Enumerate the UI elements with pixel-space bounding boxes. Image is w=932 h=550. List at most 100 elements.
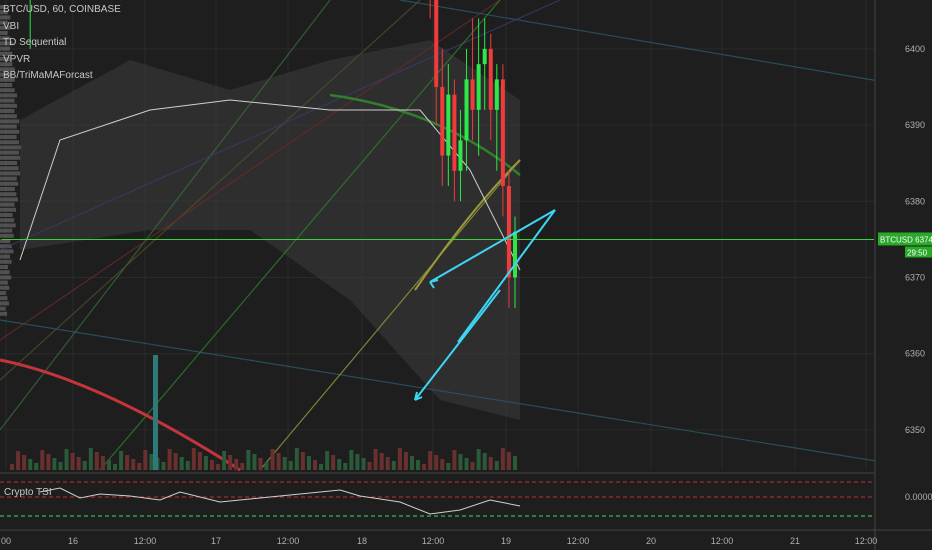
candle-body	[440, 87, 445, 156]
tsi-pane: Crypto TSI 0.0000	[0, 472, 932, 517]
candle-body	[494, 79, 499, 110]
volume-profile-bar	[0, 98, 15, 103]
indicator-vbi[interactable]: VBI	[3, 19, 121, 36]
tsi-line	[39, 487, 521, 515]
volume-profile-bar	[0, 280, 8, 285]
time-tick-label: 18	[357, 536, 367, 546]
indicator-legend: BTC/USD, 60, COINBASE VBI TD Sequential …	[3, 2, 121, 85]
volume-bar	[179, 457, 184, 470]
time-tick-label: 12:00	[855, 536, 878, 546]
volume-bar	[106, 460, 111, 470]
price-tick-label: 6400	[905, 44, 925, 54]
volume-bar	[173, 453, 178, 470]
volume-bar	[276, 453, 281, 470]
volume-profile-bar	[0, 140, 20, 145]
volume-profile-bar	[0, 223, 16, 228]
volume-bar	[300, 452, 305, 470]
symbol-label[interactable]: BTC/USD, 60, COINBASE	[3, 2, 121, 19]
volume-profile-bar	[0, 265, 9, 269]
volume-bar	[125, 455, 130, 470]
time-tick-label: 17	[211, 536, 221, 546]
candle-body	[446, 94, 451, 156]
volume-bar	[82, 461, 87, 470]
volume-bar	[379, 453, 384, 470]
time-tick-label: 19	[501, 536, 511, 546]
time-tick-label: 12:00	[422, 536, 445, 546]
volume-bar	[119, 451, 124, 470]
volume-bar	[464, 458, 469, 470]
volume-profile-bar	[0, 202, 15, 207]
volume-bar	[149, 454, 154, 470]
volume-profile-bar	[0, 192, 17, 197]
volume-bar	[416, 460, 421, 470]
volume-bar	[482, 453, 487, 470]
volume-profile-bar	[0, 124, 17, 129]
chart-window[interactable]: 0.236(6410.95)0(6437.66) 635063606370638…	[0, 0, 932, 550]
candle-body	[452, 94, 457, 171]
volume-profile-bar	[0, 155, 21, 160]
candle-body	[513, 231, 517, 278]
candle-body	[500, 79, 505, 187]
volume-bar	[500, 448, 505, 470]
candle-body	[482, 48, 487, 65]
volume-bar	[252, 454, 257, 470]
volume-bar	[22, 455, 27, 470]
volume-profile-bar	[0, 270, 10, 275]
volume-bar	[325, 451, 330, 470]
volume-bar	[409, 456, 414, 470]
volume-bar	[270, 449, 275, 470]
volume-profile-bar	[0, 166, 19, 171]
volume-bar	[458, 454, 463, 470]
volume-profile-bar	[0, 176, 17, 181]
volume-bar	[234, 459, 239, 470]
volume-bar	[64, 449, 69, 470]
volume-bar	[246, 450, 251, 470]
volume-bar	[10, 464, 14, 470]
price-tick-label: 6380	[905, 196, 925, 206]
volume-profile-bar	[0, 135, 17, 139]
volume-profile-bar	[0, 129, 20, 134]
volume-bar	[349, 450, 354, 470]
volume-bar	[494, 461, 499, 470]
volume-bar	[203, 456, 208, 470]
indicator-vpvr[interactable]: VPVR	[3, 52, 121, 69]
candle-body	[464, 79, 469, 141]
volume-profile-bar	[0, 88, 15, 93]
volume-profile-bar	[0, 311, 8, 316]
volume-spike-bar	[153, 355, 158, 470]
volume-bar	[282, 457, 287, 470]
volume-bar	[113, 464, 118, 470]
chart-canvas[interactable]: 0.236(6410.95)0(6437.66) 635063606370638…	[0, 0, 932, 550]
volume-profile-bar	[0, 228, 13, 233]
volume-bar	[258, 458, 263, 470]
candle-body	[506, 186, 511, 278]
volume-bar	[137, 463, 142, 470]
volume-bar	[88, 448, 93, 470]
candle-body	[434, 0, 439, 88]
indicator-bb[interactable]: BB/TriMaMAForcast	[3, 68, 121, 85]
time-tick-label: 12:00	[711, 536, 734, 546]
volume-bar	[294, 448, 299, 470]
price-badge-label: BTCUSD 6374.99	[880, 235, 932, 244]
candle-body	[458, 140, 463, 171]
volume-bar	[209, 460, 214, 470]
volume-profile-bar	[0, 109, 15, 113]
tsi-title: Crypto TSI	[4, 487, 52, 498]
volume-bar	[337, 459, 342, 470]
indicator-td-sequential[interactable]: TD Sequential	[3, 35, 121, 52]
volume-profile-bar	[0, 275, 12, 280]
volume-bar	[428, 451, 433, 470]
price-axis: 6350636063706380639064006410642064306440…	[874, 0, 932, 550]
volume-profile-bar	[0, 119, 20, 124]
volume-bar	[373, 449, 378, 470]
volume-bar	[313, 460, 318, 470]
volume-bar	[361, 458, 366, 470]
volume-bar	[197, 452, 202, 470]
volume-profile-bar	[0, 285, 10, 290]
volume-bar	[216, 464, 221, 470]
candle-body	[476, 64, 481, 110]
volume-bar	[288, 461, 293, 470]
volume-bar	[476, 449, 481, 470]
volume-profile-bar	[0, 181, 19, 186]
candle-body	[488, 48, 493, 110]
